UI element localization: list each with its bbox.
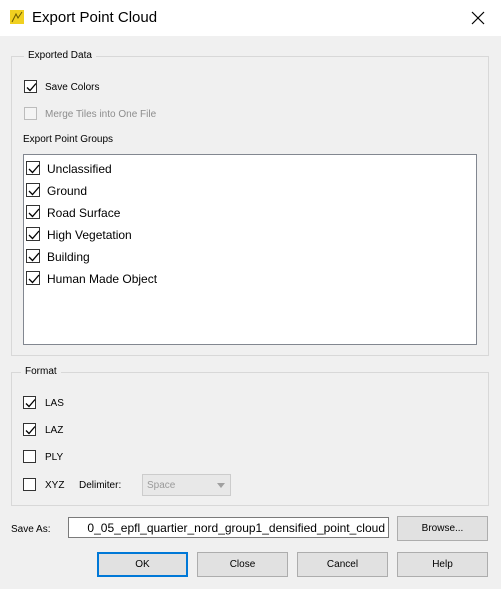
help-button[interactable]: Help (397, 552, 488, 577)
human-made-object-checkbox[interactable] (26, 271, 40, 285)
save-colors-checkbox[interactable] (24, 80, 37, 93)
las-label: LAS (45, 398, 64, 409)
cancel-button[interactable]: Cancel (297, 552, 388, 577)
list-item-human-made-object[interactable]: Human Made Object (26, 267, 326, 289)
road-surface-label: Road Surface (47, 206, 121, 220)
format-legend: Format (21, 366, 61, 377)
close-window-icon[interactable] (468, 8, 488, 28)
merge-tiles-label: Merge Tiles into One File (45, 109, 157, 120)
list-item-road-surface[interactable]: Road Surface (26, 201, 326, 223)
checkmark-icon (25, 426, 36, 435)
app-icon (10, 10, 24, 24)
human-made-object-label: Human Made Object (47, 272, 158, 286)
browse-button[interactable]: Browse... (397, 516, 488, 541)
ply-label: PLY (45, 452, 64, 463)
ground-label: Ground (47, 184, 88, 198)
high-vegetation-label: High Vegetation (47, 228, 132, 242)
ground-checkbox[interactable] (26, 183, 40, 197)
checkmark-icon (28, 274, 40, 284)
list-item-ground[interactable]: Ground (26, 179, 326, 201)
checkmark-icon (28, 208, 40, 218)
checkmark-icon (28, 252, 40, 262)
list-item-high-vegetation[interactable]: High Vegetation (26, 223, 326, 245)
title-bar: Export Point Cloud (0, 0, 501, 36)
delimiter-value: Space (147, 480, 176, 491)
window-title: Export Point Cloud (32, 9, 158, 26)
save-colors-label: Save Colors (45, 82, 100, 93)
save-as-label: Save As: (11, 524, 51, 535)
exported-data-legend: Exported Data (24, 50, 96, 61)
laz-label: LAZ (45, 425, 64, 436)
high-vegetation-checkbox[interactable] (26, 227, 40, 241)
chevron-down-icon (217, 483, 225, 488)
las-checkbox[interactable] (23, 396, 36, 409)
checkmark-icon (28, 186, 40, 196)
checkmark-icon (28, 230, 40, 240)
list-item-building[interactable]: Building (26, 245, 326, 267)
building-label: Building (47, 250, 90, 264)
save-as-value: 0_05_epfl_quartier_nord_group1_densified… (87, 521, 385, 535)
close-button[interactable]: Close (197, 552, 288, 577)
laz-checkbox[interactable] (23, 423, 36, 436)
unclassified-label: Unclassified (47, 162, 112, 176)
ok-button[interactable]: OK (97, 552, 188, 577)
building-checkbox[interactable] (26, 249, 40, 263)
delimiter-select[interactable]: Space (142, 474, 231, 496)
merge-tiles-checkbox[interactable] (24, 107, 37, 120)
delimiter-label: Delimiter: (79, 480, 122, 491)
ply-checkbox[interactable] (23, 450, 36, 463)
save-as-input[interactable]: 0_05_epfl_quartier_nord_group1_densified… (68, 517, 389, 538)
xyz-label: XYZ (45, 480, 65, 491)
checkmark-icon (28, 164, 40, 174)
list-item-unclassified[interactable]: Unclassified (26, 157, 326, 179)
checkmark-icon (25, 399, 36, 408)
unclassified-checkbox[interactable] (26, 161, 40, 175)
checkmark-icon (26, 83, 37, 92)
point-groups-list[interactable]: Unclassified Ground Road Surface High Ve… (23, 154, 477, 345)
export-point-groups-label: Export Point Groups (23, 134, 114, 145)
road-surface-checkbox[interactable] (26, 205, 40, 219)
xyz-checkbox[interactable] (23, 478, 36, 491)
